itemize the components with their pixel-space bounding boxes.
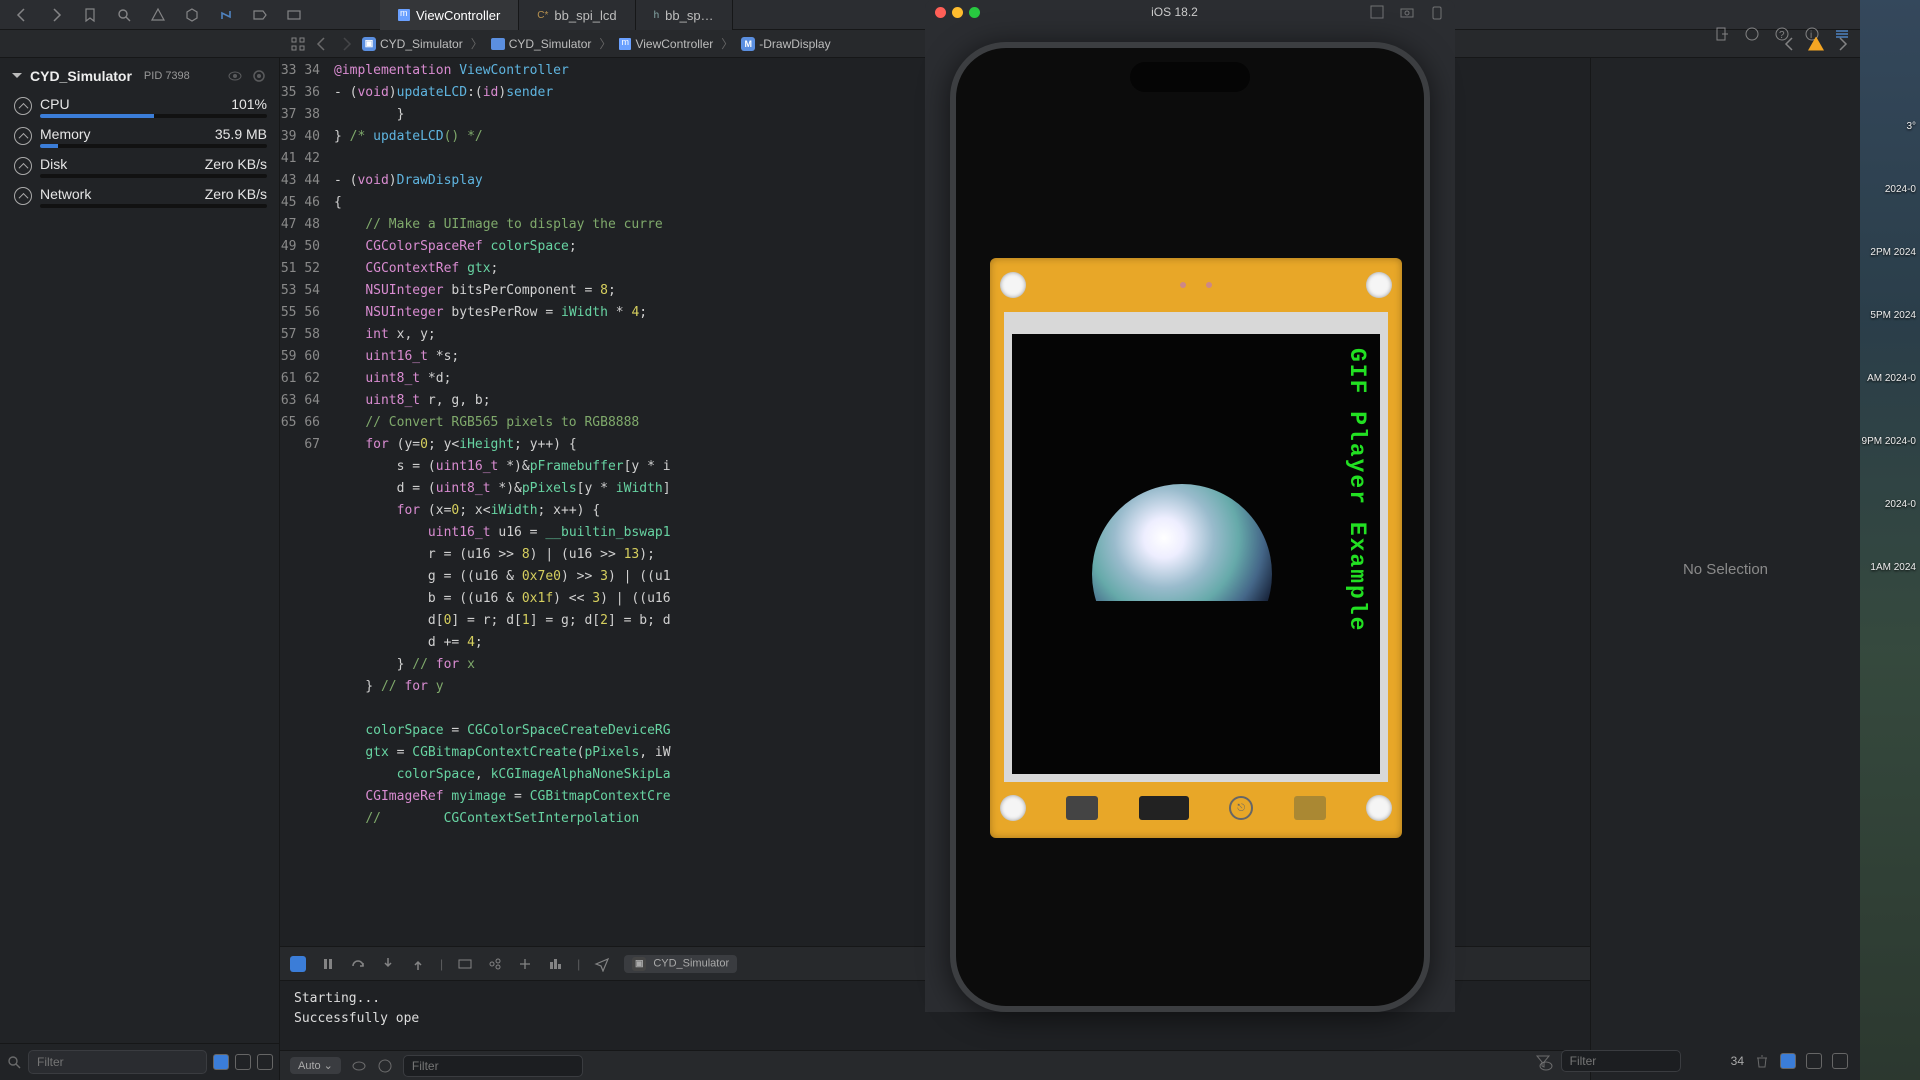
step-out-icon[interactable] bbox=[410, 956, 426, 972]
mounting-hole bbox=[1366, 795, 1392, 821]
editor-tabs: ViewController C* bb_spi_lcd h bb_sp… bbox=[380, 0, 733, 30]
screenshot-icon[interactable] bbox=[1369, 4, 1385, 20]
trash-icon[interactable] bbox=[1754, 1053, 1770, 1069]
project-icon: ▣ bbox=[362, 37, 376, 51]
hide-debug-icon[interactable] bbox=[290, 956, 306, 972]
prev-issue-icon[interactable] bbox=[1782, 36, 1798, 52]
pause-icon[interactable] bbox=[320, 956, 336, 972]
eye-icon[interactable] bbox=[351, 1058, 367, 1074]
objc-m-icon bbox=[619, 38, 631, 50]
gauge-memory[interactable]: Memory35.9 MB bbox=[0, 120, 279, 150]
debug-navigator: CYD_Simulator PID 7398 CPU101%Memory35.9… bbox=[0, 58, 280, 1080]
info-icon[interactable] bbox=[377, 1058, 393, 1074]
navigator-filter-input[interactable] bbox=[28, 1050, 207, 1074]
next-issue-icon[interactable] bbox=[1834, 36, 1850, 52]
iphone-device[interactable]: L1435-2.4 GIF Player Example ⎋ bbox=[950, 42, 1430, 1012]
warning-nav-icon[interactable] bbox=[150, 7, 166, 23]
record-icon[interactable] bbox=[251, 68, 267, 84]
chip-icon bbox=[1066, 796, 1098, 820]
inspector-filter-input[interactable] bbox=[1561, 1050, 1681, 1072]
inspector-panel: No Selection bbox=[1590, 58, 1860, 1080]
tab-bb-sp-h[interactable]: h bb_sp… bbox=[636, 0, 733, 30]
review-icon[interactable] bbox=[1744, 26, 1760, 42]
report-nav-icon[interactable] bbox=[286, 7, 302, 23]
eye-icon[interactable] bbox=[227, 68, 243, 84]
gauge-icon bbox=[14, 187, 32, 205]
nav-fwd-icon[interactable] bbox=[48, 7, 64, 23]
pane-toggle-2[interactable] bbox=[1806, 1053, 1822, 1069]
location-icon[interactable] bbox=[594, 956, 610, 972]
nav-fwd-icon[interactable] bbox=[338, 36, 354, 52]
env-override-icon[interactable] bbox=[517, 956, 533, 972]
tests-icon[interactable] bbox=[184, 7, 200, 23]
scheme-selector[interactable]: ▣ CYD_Simulator bbox=[624, 955, 737, 973]
mounting-hole bbox=[1366, 272, 1392, 298]
gauge-cpu[interactable]: CPU101% bbox=[0, 90, 279, 120]
tab-label: bb_spi_lcd bbox=[554, 8, 616, 23]
sd-slot-icon bbox=[1139, 796, 1189, 820]
simulator-title: iOS 18.2 bbox=[988, 5, 1361, 19]
step-in-icon[interactable] bbox=[380, 956, 396, 972]
disclose-icon[interactable] bbox=[12, 73, 22, 83]
coverage-icon[interactable] bbox=[547, 956, 563, 972]
home-icon[interactable] bbox=[1429, 4, 1445, 20]
connector-icon: ⎋ bbox=[1229, 796, 1253, 820]
chip-icon bbox=[1294, 796, 1326, 820]
gauge-disk[interactable]: DiskZero KB/s bbox=[0, 150, 279, 180]
related-items-icon[interactable] bbox=[290, 36, 306, 52]
filter-opt-1[interactable] bbox=[213, 1054, 229, 1070]
nav-back-icon[interactable] bbox=[314, 36, 330, 52]
lcd-screen: GIF Player Example bbox=[1004, 312, 1388, 782]
add-file-icon[interactable] bbox=[1714, 26, 1730, 42]
process-header[interactable]: CYD_Simulator PID 7398 bbox=[0, 58, 279, 90]
tab-viewcontroller[interactable]: ViewController bbox=[380, 0, 519, 30]
line-gutter[interactable]: 33 34 35 36 37 38 39 40 41 42 43 44 45 4… bbox=[280, 58, 330, 946]
filter-icon bbox=[6, 1054, 22, 1070]
pane-toggle-3[interactable] bbox=[1832, 1053, 1848, 1069]
mounting-hole bbox=[1000, 272, 1026, 298]
search-icon[interactable] bbox=[116, 7, 132, 23]
tab-bb-spi-lcd-c[interactable]: C* bb_spi_lcd bbox=[519, 0, 635, 30]
mounting-hole bbox=[1000, 795, 1026, 821]
objc-m-icon bbox=[398, 9, 410, 21]
minimize-icon[interactable] bbox=[952, 7, 963, 18]
bookmark-icon[interactable] bbox=[82, 7, 98, 23]
navigator-filter bbox=[0, 1043, 279, 1080]
cyd-board: L1435-2.4 GIF Player Example ⎋ bbox=[990, 258, 1402, 838]
filter-icon[interactable] bbox=[1535, 1053, 1551, 1069]
memory-graph-icon[interactable] bbox=[487, 956, 503, 972]
auto-selector[interactable]: Auto ⌄ bbox=[290, 1057, 341, 1074]
zoom-icon[interactable] bbox=[969, 7, 980, 18]
dynamic-island bbox=[1130, 62, 1250, 92]
debug-filter-bar: Auto ⌄ bbox=[280, 1050, 1590, 1080]
gauge-icon bbox=[14, 157, 32, 175]
variables-filter-input[interactable] bbox=[403, 1055, 583, 1077]
gauge-network[interactable]: NetworkZero KB/s bbox=[0, 180, 279, 210]
desktop-file-labels: 3° 2024-0 2PM 2024 5PM 2024 AM 2024-0 9P… bbox=[1862, 120, 1916, 624]
filter-opt-3[interactable] bbox=[257, 1054, 273, 1070]
svg-text:i: i bbox=[1810, 30, 1812, 41]
folder-icon bbox=[491, 38, 505, 50]
lcd-text: GIF Player Example bbox=[1344, 348, 1370, 632]
close-icon[interactable] bbox=[935, 7, 946, 18]
no-selection-label: No Selection bbox=[1683, 561, 1768, 578]
pane-toggle-1[interactable] bbox=[1780, 1053, 1796, 1069]
tab-label: ViewController bbox=[416, 8, 500, 23]
earth-image bbox=[1092, 484, 1272, 664]
debug-nav-icon[interactable] bbox=[218, 7, 234, 23]
filter-opt-2[interactable] bbox=[235, 1054, 251, 1070]
nav-back-icon[interactable] bbox=[14, 7, 30, 23]
gauge-icon bbox=[14, 127, 32, 145]
camera-icon[interactable] bbox=[1399, 4, 1415, 20]
tab-label: bb_sp… bbox=[665, 8, 713, 23]
issue-count: 34 bbox=[1731, 1054, 1744, 1068]
breakpoint-nav-icon[interactable] bbox=[252, 7, 268, 23]
step-over-icon[interactable] bbox=[350, 956, 366, 972]
gauge-icon bbox=[14, 97, 32, 115]
method-icon: M bbox=[741, 37, 755, 51]
simulator-titlebar[interactable]: iOS 18.2 bbox=[925, 0, 1455, 24]
view-hier-icon[interactable] bbox=[457, 956, 473, 972]
simulator-window[interactable]: iOS 18.2 L1435-2.4 GIF Player Example bbox=[925, 0, 1455, 1012]
